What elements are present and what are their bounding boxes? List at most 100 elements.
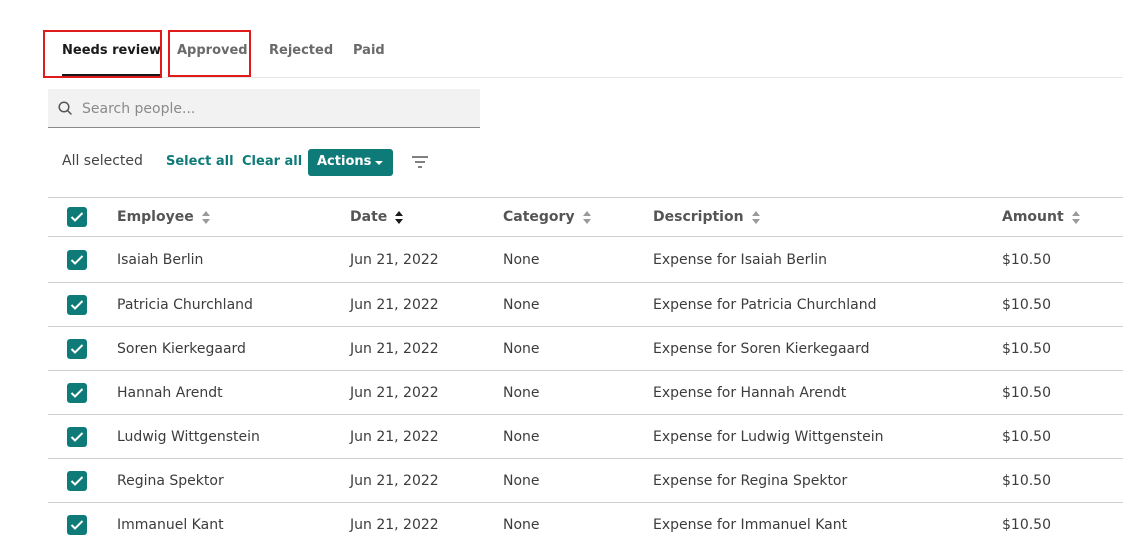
checkmark-icon (70, 431, 84, 442)
category-cell: None (503, 384, 540, 401)
row-checkbox[interactable] (67, 470, 87, 491)
description-cell: Expense for Hannah Arendt (653, 384, 847, 401)
sort-icon[interactable] (582, 210, 592, 224)
actions-label: Actions (317, 154, 372, 169)
tab-rejected[interactable]: Rejected (269, 30, 333, 74)
status-tabs: Needs review Approved Rejected Paid (48, 30, 1123, 78)
date-cell: Jun 21, 2022 (350, 251, 439, 268)
column-label: Amount (1002, 209, 1064, 225)
column-label: Employee (117, 209, 194, 225)
column-header-amount[interactable]: Amount (1002, 198, 1081, 236)
column-header-category[interactable]: Category (503, 198, 592, 236)
row-checkbox[interactable] (67, 338, 87, 359)
search-icon (58, 101, 72, 115)
checkmark-icon (70, 299, 84, 310)
row-checkbox-cell (67, 415, 87, 458)
table-row[interactable]: Regina Spektor Jun 21, 2022 None Expense… (48, 459, 1123, 503)
amount-cell: $10.50 (1002, 517, 1051, 533)
checkmark-icon (70, 343, 84, 354)
column-header-employee[interactable]: Employee (117, 198, 211, 236)
row-checkbox-cell (67, 237, 87, 282)
category-cell: None (503, 340, 540, 357)
description-cell: Expense for Soren Kierkegaard (653, 340, 870, 357)
column-header-description[interactable]: Description (653, 198, 761, 236)
table-row[interactable]: Patricia Churchland Jun 21, 2022 None Ex… (48, 283, 1123, 327)
description-cell: Expense for Isaiah Berlin (653, 251, 827, 268)
date-cell: Jun 21, 2022 (350, 517, 439, 533)
employee-cell: Ludwig Wittgenstein (117, 428, 260, 445)
checkmark-icon (70, 520, 84, 530)
category-cell: None (503, 428, 540, 445)
active-tab-underline (62, 74, 162, 77)
tab-label: Approved (177, 43, 248, 58)
table-header: Employee Date Category Description Amoun… (48, 197, 1123, 237)
employee-cell: Immanuel Kant (117, 517, 224, 533)
checkmark-icon (70, 212, 84, 222)
sort-icon[interactable] (751, 210, 761, 224)
select-all-checkbox[interactable] (67, 207, 87, 227)
table-row[interactable]: Hannah Arendt Jun 21, 2022 None Expense … (48, 371, 1123, 415)
checkmark-icon (70, 475, 84, 486)
table-row[interactable]: Isaiah Berlin Jun 21, 2022 None Expense … (48, 237, 1123, 283)
table-row[interactable]: Immanuel Kant Jun 21, 2022 None Expense … (48, 503, 1123, 547)
amount-cell: $10.50 (1002, 472, 1051, 489)
tab-approved[interactable]: Approved (177, 30, 248, 74)
date-cell: Jun 21, 2022 (350, 340, 439, 357)
column-header-date[interactable]: Date (350, 198, 404, 236)
date-cell: Jun 21, 2022 (350, 384, 439, 401)
amount-cell: $10.50 (1002, 428, 1051, 445)
sort-icon[interactable] (1071, 210, 1081, 224)
search-input[interactable] (80, 89, 474, 129)
category-cell: None (503, 296, 540, 313)
row-checkbox[interactable] (67, 515, 87, 535)
caret-down-icon (375, 161, 383, 165)
category-cell: None (503, 517, 540, 533)
bulk-actions-toolbar: All selected Select all Clear all Action… (62, 148, 1123, 176)
column-label: Description (653, 209, 744, 225)
select-all-button[interactable]: Select all (166, 154, 234, 169)
column-label: Category (503, 209, 575, 225)
table-row[interactable]: Soren Kierkegaard Jun 21, 2022 None Expe… (48, 327, 1123, 371)
employee-cell: Patricia Churchland (117, 296, 253, 313)
date-cell: Jun 21, 2022 (350, 296, 439, 313)
amount-cell: $10.50 (1002, 384, 1051, 401)
tab-needs-review[interactable]: Needs review (62, 30, 162, 77)
row-checkbox-cell (67, 459, 87, 502)
row-checkbox[interactable] (67, 294, 87, 315)
row-checkbox-cell (67, 371, 87, 414)
category-cell: None (503, 251, 540, 268)
row-checkbox[interactable] (67, 382, 87, 403)
category-cell: None (503, 472, 540, 489)
expenses-table: Employee Date Category Description Amoun… (48, 197, 1123, 547)
search-field (48, 89, 480, 129)
table-row[interactable]: Ludwig Wittgenstein Jun 21, 2022 None Ex… (48, 415, 1123, 459)
amount-cell: $10.50 (1002, 296, 1051, 313)
header-checkbox-cell (67, 198, 87, 236)
description-cell: Expense for Immanuel Kant (653, 517, 848, 533)
employee-cell: Soren Kierkegaard (117, 340, 246, 357)
sort-active-icon[interactable] (395, 210, 404, 224)
row-checkbox-cell (67, 327, 87, 370)
amount-cell: $10.50 (1002, 251, 1051, 268)
date-cell: Jun 21, 2022 (350, 428, 439, 445)
tab-label: Rejected (269, 43, 334, 58)
clear-all-button[interactable]: Clear all (242, 154, 302, 169)
expenses-page: Needs review Approved Rejected Paid All … (0, 0, 1123, 547)
amount-cell: $10.50 (1002, 340, 1051, 357)
row-checkbox-cell (67, 503, 87, 547)
column-label: Date (350, 209, 388, 225)
description-cell: Expense for Ludwig Wittgenstein (653, 428, 884, 445)
employee-cell: Isaiah Berlin (117, 251, 204, 268)
row-checkbox[interactable] (67, 426, 87, 447)
actions-dropdown-button[interactable]: Actions (308, 149, 393, 176)
checkmark-icon (70, 387, 84, 398)
filter-icon[interactable] (411, 156, 429, 168)
sort-icon[interactable] (201, 210, 211, 224)
date-cell: Jun 21, 2022 (350, 472, 439, 489)
row-checkbox[interactable] (67, 249, 87, 270)
employee-cell: Hannah Arendt (117, 384, 223, 401)
row-checkbox-cell (67, 283, 87, 326)
tab-label: Needs review (62, 43, 162, 58)
tab-paid[interactable]: Paid (353, 30, 385, 74)
description-cell: Expense for Patricia Churchland (653, 296, 877, 313)
